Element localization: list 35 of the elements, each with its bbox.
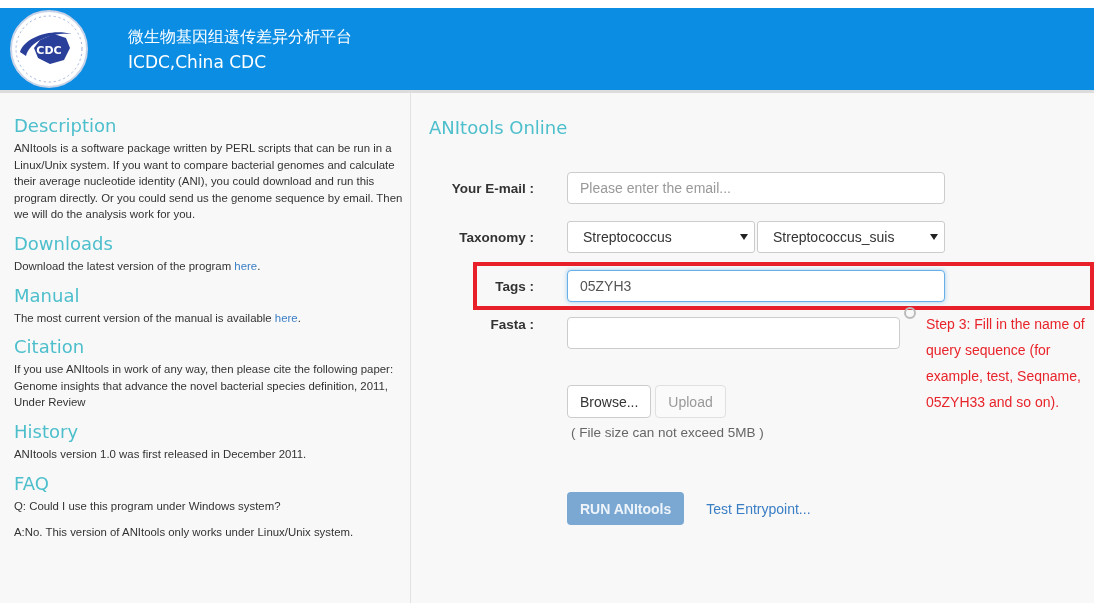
email-field[interactable]: Please enter the email... bbox=[567, 172, 945, 204]
here-link[interactable]: here bbox=[234, 259, 258, 272]
tags-field[interactable]: 05ZYH3 bbox=[567, 270, 945, 302]
fasta-field[interactable] bbox=[567, 317, 900, 349]
annotation-note: Step 3: Fill in the name of query sequence (for example, test, Seqname, 05ZYH33 and so on). bbox=[926, 315, 1086, 412]
form-title: ANItools Online bbox=[429, 117, 569, 138]
paragraph: A:No. This version of ANItools only works under Linux/Unix system. bbox=[14, 525, 355, 541]
paragraph: ANItools version 1.0 was first released in December 2011. bbox=[14, 446, 308, 462]
field-label: Fasta : bbox=[489, 317, 534, 332]
field-label: Tags : bbox=[494, 278, 534, 294]
paragraph: Q: Could I use this program under Windows system? bbox=[14, 498, 282, 514]
file-size-hint: ( File size can not exceed 5MB ) bbox=[571, 425, 765, 440]
section-heading: Manual bbox=[14, 284, 81, 306]
caret-icon bbox=[740, 234, 748, 240]
circle-icon bbox=[904, 307, 916, 319]
species-dropdown[interactable]: Streptococcus_suis bbox=[757, 221, 945, 253]
logo-drawing: CDC bbox=[10, 10, 88, 88]
here-link[interactable]: here bbox=[274, 311, 298, 324]
paragraph: ANItools is a software package written by PERL scripts that can be run in a Linux/Unix system. If you want to compare bacterial genomes and calculate their average nucleotide identity (ANI), you could download and run this program directly. Or you could send us the genome sequence by email. Then we will do the analysis work for you. bbox=[14, 141, 404, 223]
browse-button[interactable]: Browse... bbox=[567, 385, 652, 418]
paragraph: If you use ANItools in work of any way, then please cite the following paper: Genome insights that advance the novel bacterial species definition, 2011, Under Review bbox=[14, 362, 395, 411]
paragraph: The most current version of the manual is available here. bbox=[14, 310, 302, 326]
field-label: Taxonomy : bbox=[458, 229, 534, 245]
test-entrypoint-link[interactable]: Test Entrypoint... bbox=[706, 500, 811, 517]
site-subtitle: ICDC,China CDC bbox=[128, 51, 268, 72]
paragraph: Download the latest version of the program here. bbox=[14, 258, 262, 274]
genus-dropdown[interactable]: Streptococcus bbox=[567, 221, 755, 253]
section-heading: FAQ bbox=[14, 472, 50, 494]
field-label: Your E-mail : bbox=[450, 180, 534, 196]
caret-icon bbox=[930, 234, 938, 240]
section-heading: Citation bbox=[14, 336, 86, 358]
section-heading: History bbox=[14, 420, 80, 442]
section-heading: Downloads bbox=[14, 232, 114, 254]
section-heading: Description bbox=[14, 115, 118, 136]
site-title: 微生物基因组遗传差异分析平台 bbox=[128, 26, 352, 48]
